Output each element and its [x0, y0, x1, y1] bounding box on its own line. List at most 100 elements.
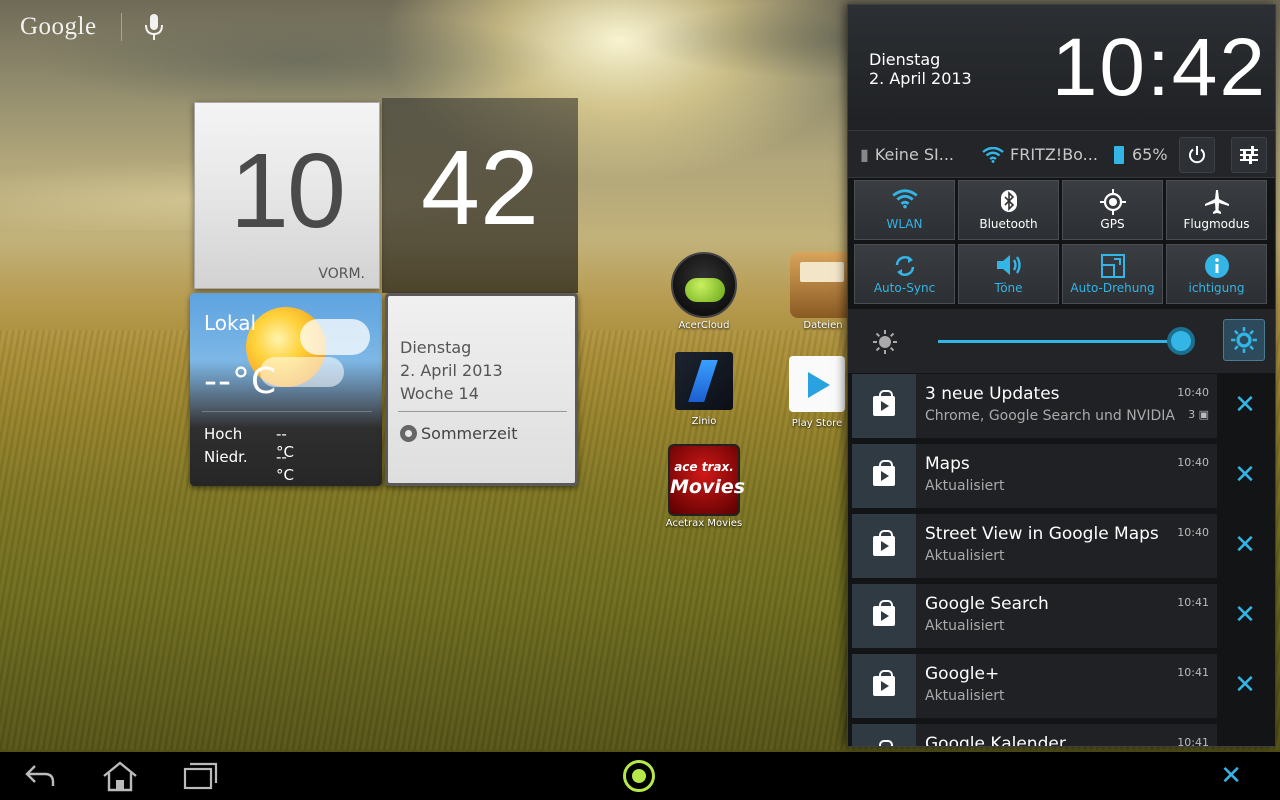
- notification-time: 10:40: [1177, 456, 1209, 469]
- play-store-bag-icon: [852, 724, 916, 746]
- notification-subtitle: Aktualisiert: [925, 478, 1005, 494]
- dismiss-notification-button[interactable]: ✕: [1231, 671, 1259, 699]
- notification-item[interactable]: 3 neue Updates Chrome, Google Search und…: [852, 374, 1217, 438]
- navigation-bar: ✕: [0, 752, 1280, 800]
- settings-sliders-icon: [1240, 146, 1258, 164]
- home-button[interactable]: [95, 760, 145, 792]
- acercloud-icon: [671, 252, 737, 318]
- notification-title: Google Search: [925, 594, 1049, 614]
- brightness-auto-icon: [1231, 327, 1257, 353]
- app-label: Play Store: [791, 418, 843, 429]
- volume-icon: [959, 253, 1058, 281]
- weather-divider: [202, 411, 372, 412]
- tile-label: GPS: [1100, 217, 1125, 231]
- app-acercloud[interactable]: AcerCloud: [659, 252, 749, 331]
- tile-airplane[interactable]: Flugmodus: [1166, 180, 1267, 240]
- play-store-bag-icon: [852, 654, 916, 718]
- wifi-icon: [855, 189, 954, 217]
- no-sim-icon: ▮: [860, 145, 869, 164]
- app-acetrax-movies[interactable]: ace trax. Movies Acetrax Movies: [659, 444, 749, 529]
- back-button[interactable]: [15, 760, 65, 792]
- notification-item[interactable]: Google+ Aktualisiert 10:41: [852, 654, 1217, 718]
- gps-icon: [1063, 189, 1162, 217]
- bluetooth-icon: [959, 189, 1058, 217]
- panel-weekday: Dienstag: [869, 50, 941, 69]
- tile-bluetooth[interactable]: Bluetooth: [958, 180, 1059, 240]
- clock-minutes-tile: 42: [382, 98, 578, 293]
- calendar-date: 2. April 2013: [400, 361, 503, 380]
- clock-hour-tile: 10 VORM.: [194, 102, 380, 289]
- calendar-divider: [398, 411, 567, 412]
- battery-icon: [1114, 145, 1124, 164]
- notification-subtitle: Aktualisiert: [925, 618, 1005, 634]
- wifi-icon: [982, 146, 1004, 163]
- weather-low-row: Niedr. --°C: [204, 448, 294, 484]
- google-logo[interactable]: Google: [20, 13, 97, 41]
- notification-subtitle: Aktualisiert: [925, 688, 1005, 704]
- app-label: AcerCloud: [678, 320, 730, 331]
- tile-notifications[interactable]: ichtigung: [1166, 244, 1267, 304]
- recent-apps-button[interactable]: [175, 760, 225, 792]
- dismiss-notification-button[interactable]: ✕: [1231, 461, 1259, 489]
- tile-auto-sync[interactable]: Auto-Sync: [854, 244, 955, 304]
- tile-gps[interactable]: GPS: [1062, 180, 1163, 240]
- app-play-store[interactable]: Play Store: [784, 356, 850, 429]
- cloud-icon: [300, 319, 370, 355]
- clock-minutes: 42: [421, 129, 539, 247]
- notification-time: 10:41: [1177, 596, 1209, 609]
- google-search-bar[interactable]: Google: [20, 12, 164, 42]
- tile-label: Flugmodus: [1183, 217, 1250, 231]
- notification-time: 10:41: [1177, 736, 1209, 747]
- tile-wlan[interactable]: WLAN: [854, 180, 955, 240]
- panel-date: 2. April 2013: [869, 69, 972, 88]
- close-notifications-button[interactable]: ✕: [1220, 762, 1242, 790]
- notification-title: Street View in Google Maps: [925, 524, 1159, 544]
- notification-title: Google+: [925, 664, 1000, 684]
- wifi-status[interactable]: FRITZ!Bo...: [982, 145, 1098, 164]
- notification-subtitle: Chrome, Google Search und NVIDIA Teg: [925, 408, 1175, 424]
- info-icon: [1167, 253, 1266, 281]
- clock-widget[interactable]: 10 VORM. 42: [190, 98, 578, 293]
- sim-status[interactable]: ▮ Keine SI...: [860, 145, 954, 164]
- calendar-widget[interactable]: Dienstag 2. April 2013 Woche 14 Sommerze…: [385, 293, 578, 486]
- tile-auto-rotation[interactable]: Auto-Drehung: [1062, 244, 1163, 304]
- dismiss-notification-button[interactable]: ✕: [1231, 531, 1259, 559]
- play-store-icon: [789, 356, 845, 412]
- battery-status[interactable]: 65%: [1114, 145, 1168, 164]
- power-icon: [1189, 146, 1205, 164]
- app-label: Zinio: [691, 416, 717, 427]
- notification-panel[interactable]: Dienstag 2. April 2013 10:42 ▮ Keine SI.…: [847, 4, 1276, 747]
- weather-high-row: Hoch --°C: [204, 425, 294, 461]
- auto-brightness-button[interactable]: [1223, 319, 1265, 361]
- notification-title: Maps: [925, 454, 970, 474]
- play-store-bag-icon: [852, 584, 916, 648]
- tile-label: Auto-Drehung: [1070, 281, 1155, 295]
- calendar-week: Woche 14: [400, 384, 479, 403]
- settings-button[interactable]: [1231, 137, 1267, 173]
- app-zinio[interactable]: Zinio: [659, 352, 749, 427]
- brightness-row: [848, 309, 1275, 373]
- clock-ampm: VORM.: [318, 266, 365, 282]
- dismiss-notification-button[interactable]: ✕: [1231, 601, 1259, 629]
- tile-sounds[interactable]: Töne: [958, 244, 1059, 304]
- acer-ring-button[interactable]: [623, 760, 655, 792]
- panel-header: Dienstag 2. April 2013 10:42: [848, 5, 1275, 130]
- dismiss-notification-button[interactable]: ✕: [1231, 391, 1259, 419]
- movies-icon-text: Movies: [670, 476, 746, 498]
- notification-item[interactable]: Google Kalender 10:41: [852, 724, 1217, 747]
- mic-icon[interactable]: [144, 13, 164, 41]
- play-store-bag-icon: [852, 374, 916, 438]
- power-button[interactable]: [1179, 137, 1215, 173]
- notification-title: 3 neue Updates: [925, 384, 1060, 404]
- gear-icon: [400, 425, 417, 442]
- notification-item[interactable]: Maps Aktualisiert 10:40: [852, 444, 1217, 508]
- sync-icon: [855, 253, 954, 281]
- notification-item[interactable]: Google Search Aktualisiert 10:41: [852, 584, 1217, 648]
- brightness-slider-handle[interactable]: [1167, 327, 1195, 355]
- notification-item[interactable]: Street View in Google Maps Aktualisiert …: [852, 514, 1217, 578]
- weather-widget[interactable]: Lokal --°C Hoch --°C Niedr. --°C: [190, 293, 382, 486]
- play-store-bag-icon: [852, 514, 916, 578]
- brightness-slider[interactable]: [938, 340, 1181, 343]
- tile-label: Bluetooth: [979, 217, 1038, 231]
- tile-label: Auto-Sync: [873, 281, 936, 295]
